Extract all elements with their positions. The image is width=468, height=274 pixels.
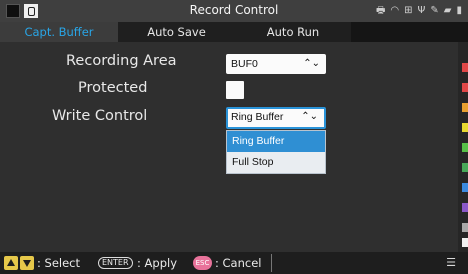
channel-marker xyxy=(462,123,468,132)
write-control-value: Ring Buffer xyxy=(231,111,284,123)
apply-hint: : Apply xyxy=(137,256,177,270)
write-control-dropdown: Ring Buffer Full Stop xyxy=(226,130,326,174)
title-bar: Record Control 🖶 ◠ ⊞ Ψ ✎ ▰ ▮ xyxy=(0,0,468,22)
wifi-icon: ◠ xyxy=(390,5,400,16)
channel-marker xyxy=(462,163,468,172)
recording-area-label: Recording Area xyxy=(66,53,177,69)
select-hint: : Select xyxy=(37,256,81,270)
tab-auto-run[interactable]: Auto Run xyxy=(235,22,351,42)
write-control-select[interactable]: Ring Buffer ⌃⌄ xyxy=(226,107,326,129)
sd-card-icon: ▰ xyxy=(443,5,452,16)
footer-divider xyxy=(271,254,272,272)
channel-marker xyxy=(462,103,468,112)
footer-bar: : Select ENTER : Apply ESC : Cancel ☰ xyxy=(0,252,468,274)
network-icon: ⊞ xyxy=(404,5,413,16)
protected-label: Protected xyxy=(78,80,148,96)
channel-marker xyxy=(462,203,468,212)
recording-area-select[interactable]: BUF0 ⌃⌄ xyxy=(226,54,326,74)
write-control-label: Write Control xyxy=(52,108,148,124)
tab-capt-buffer[interactable]: Capt. Buffer xyxy=(0,22,118,42)
printer-icon: 🖶 xyxy=(375,5,386,16)
channel-marker xyxy=(462,223,468,232)
channel-marker xyxy=(462,83,468,92)
battery-icon: ▮ xyxy=(456,5,462,16)
protected-checkbox[interactable] xyxy=(226,81,244,99)
channel-marker xyxy=(462,63,468,72)
usb-icon: Ψ xyxy=(417,5,426,16)
channel-marker xyxy=(462,238,468,247)
updown-chevron-icon: ⌃⌄ xyxy=(301,111,318,122)
channel-color-strip xyxy=(458,42,468,252)
option-ring-buffer[interactable]: Ring Buffer xyxy=(227,131,325,152)
tab-bar-filler xyxy=(351,22,468,42)
cancel-hint: : Cancel xyxy=(215,256,262,270)
recording-area-value: BUF0 xyxy=(231,58,258,70)
enter-key-icon: ENTER xyxy=(98,257,133,269)
tab-auto-save[interactable]: Auto Save xyxy=(118,22,235,42)
menu-lines-icon[interactable]: ☰ xyxy=(446,256,456,269)
channel-marker xyxy=(462,183,468,192)
updown-chevron-icon: ⌃⌄ xyxy=(303,58,320,69)
esc-key-icon: ESC xyxy=(193,256,212,270)
down-arrow-key-icon xyxy=(20,256,34,270)
status-icons: 🖶 ◠ ⊞ Ψ ✎ ▰ ▮ xyxy=(376,3,462,19)
tab-bar: Capt. Buffer Auto Save Auto Run xyxy=(0,22,468,42)
tool-icon: ✎ xyxy=(430,5,439,16)
channel-marker xyxy=(462,143,468,152)
option-full-stop[interactable]: Full Stop xyxy=(227,152,325,173)
up-arrow-key-icon xyxy=(4,256,18,270)
